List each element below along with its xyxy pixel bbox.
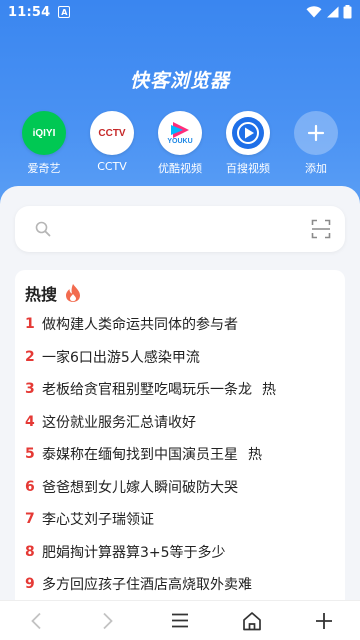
back-button[interactable]	[16, 601, 56, 640]
hot-text: 李心艾刘子瑞领证	[42, 512, 154, 529]
hot-search-item[interactable]: 1 做构建人类命运共同体的参与者	[25, 308, 335, 341]
hot-rank: 9	[25, 576, 35, 593]
forward-button[interactable]	[88, 601, 128, 640]
hot-rank: 6	[25, 478, 35, 495]
iqiyi-logo-icon: iQIYI	[22, 111, 66, 155]
hot-search-panel: 热搜 1 做构建人类命运共同体的参与者 2 一家6口出游5人感染甲流 3 老板给…	[15, 270, 345, 600]
search-input[interactable]	[61, 221, 311, 237]
youku-logo-text: YOUKU	[167, 138, 193, 145]
menu-icon	[172, 613, 188, 628]
shortcut-youku[interactable]: YOUKU 优酷视频	[150, 111, 210, 176]
home-button[interactable]	[232, 601, 272, 640]
wifi-icon	[306, 6, 322, 18]
hot-search-header: 热搜	[25, 280, 335, 306]
search-bar[interactable]	[15, 206, 345, 252]
status-time: 11:54	[8, 4, 51, 20]
iqiyi-logo-text: iQIYI	[32, 127, 56, 139]
home-icon	[243, 611, 261, 630]
hot-text: 肥娟掏计算器算3+5等于多少	[42, 544, 226, 561]
notification-icon: A	[58, 6, 71, 18]
shortcut-label: 优酷视频	[158, 162, 202, 175]
hot-search-item[interactable]: 3 老板给贪官租别墅吃喝玩乐一条龙 热	[25, 373, 335, 406]
new-tab-button[interactable]	[304, 601, 344, 640]
hot-rank: 3	[25, 381, 35, 398]
baisou-video-logo-icon	[226, 111, 270, 155]
hot-search-list: 1 做构建人类命运共同体的参与者 2 一家6口出游5人感染甲流 3 老板给贪官租…	[25, 308, 335, 600]
youku-play-icon	[171, 122, 189, 138]
hot-search-item[interactable]: 6 爸爸想到女儿嫁人瞬间破防大哭	[25, 471, 335, 504]
shortcut-label: CCTV	[97, 160, 127, 173]
hot-rank: 1	[25, 316, 35, 333]
menu-button[interactable]	[160, 601, 200, 640]
shortcut-label: 爱奇艺	[27, 162, 61, 175]
hot-rank: 7	[25, 511, 35, 528]
hot-text: 做构建人类命运共同体的参与者	[42, 317, 238, 334]
hot-text: 老板给贪官租别墅吃喝玩乐一条龙	[42, 382, 252, 399]
chevron-right-icon	[103, 612, 113, 629]
cctv-logo-icon: CCTV	[90, 111, 134, 155]
status-bar: 11:54 A	[0, 0, 360, 24]
shortcut-label: 添加	[305, 162, 327, 175]
hot-rank: 2	[25, 348, 35, 365]
hot-badge: 热	[262, 382, 276, 399]
hot-rank: 8	[25, 543, 35, 560]
shortcut-grid: iQIYI 爱奇艺 CCTV CCTV YOUKU 优酷视频 百搜视频 添加	[14, 111, 346, 176]
hot-rank: 5	[25, 446, 35, 463]
hot-text: 泰媒称在缅甸找到中国演员王星	[42, 447, 238, 464]
hot-search-item[interactable]: 9 多方回应孩子住酒店高烧取外卖难	[25, 568, 335, 600]
hot-rank: 4	[25, 413, 35, 430]
hot-search-item[interactable]: 7 李心艾刘子瑞领证	[25, 503, 335, 536]
hot-text: 多方回应孩子住酒店高烧取外卖难	[42, 577, 252, 594]
scan-icon[interactable]	[311, 219, 331, 239]
hot-search-item[interactable]: 8 肥娟掏计算器算3+5等于多少	[25, 536, 335, 569]
cctv-logo-text: CCTV	[98, 127, 126, 139]
shortcut-baisou-video[interactable]: 百搜视频	[218, 111, 278, 176]
chevron-left-icon	[31, 612, 41, 629]
shortcut-label: 百搜视频	[226, 162, 270, 175]
shortcut-cctv[interactable]: CCTV CCTV	[82, 111, 142, 176]
hot-search-title: 热搜	[25, 285, 58, 304]
shortcut-add[interactable]: 添加	[286, 111, 346, 176]
plus-icon	[316, 612, 332, 629]
bottom-navigation	[0, 600, 360, 640]
search-icon	[35, 221, 51, 237]
hot-badge: 热	[248, 447, 262, 464]
shortcut-iqiyi[interactable]: iQIYI 爱奇艺	[14, 111, 74, 176]
baisou-play-icon	[232, 117, 264, 149]
hot-search-item[interactable]: 5 泰媒称在缅甸找到中国演员王星 热	[25, 438, 335, 471]
hot-search-item[interactable]: 2 一家6口出游5人感染甲流	[25, 341, 335, 374]
hot-text: 一家6口出游5人感染甲流	[42, 349, 200, 366]
hot-text: 爸爸想到女儿嫁人瞬间破防大哭	[42, 479, 238, 496]
app-title: 快客浏览器	[129, 70, 230, 92]
plus-icon	[294, 111, 338, 155]
signal-icon	[327, 6, 339, 18]
hot-search-item[interactable]: 4 这份就业服务汇总请收好	[25, 406, 335, 439]
hot-text: 这份就业服务汇总请收好	[42, 414, 196, 431]
battery-icon	[343, 5, 352, 19]
flame-icon	[66, 284, 81, 302]
youku-logo-icon: YOUKU	[158, 111, 202, 155]
